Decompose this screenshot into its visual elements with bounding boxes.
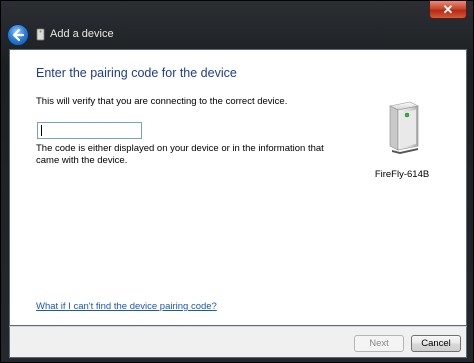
close-button[interactable]: ✕: [429, 1, 467, 19]
close-icon: ✕: [442, 1, 454, 17]
pairing-code-input[interactable]: [37, 122, 142, 139]
device-icon: [36, 28, 45, 41]
back-arrow-icon: [12, 28, 25, 42]
page-heading: Enter the pairing code for the device: [36, 66, 237, 80]
content-pane: Enter the pairing code for the device Th…: [9, 49, 467, 326]
window-title: Add a device: [50, 28, 114, 40]
text-caret: [41, 125, 42, 136]
device-name: FireFly-614B: [374, 169, 430, 180]
pairing-code-help-text: The code is either displayed on your dev…: [36, 143, 324, 166]
next-button[interactable]: Next: [354, 335, 404, 352]
cancel-button-label: Cancel: [421, 338, 451, 349]
cancel-button[interactable]: Cancel: [411, 335, 461, 352]
next-button-label: Next: [369, 338, 389, 349]
wireless-device-icon: [389, 101, 419, 154]
add-device-window: ✕ Add a device Enter the pairing code fo…: [0, 0, 474, 363]
pairing-code-help-link[interactable]: What if I can't find the device pairing …: [36, 301, 217, 312]
page-subtext: This will verify that you are connecting…: [36, 96, 288, 107]
back-button[interactable]: [7, 24, 29, 46]
footer-bar: Next Cancel: [9, 326, 467, 358]
